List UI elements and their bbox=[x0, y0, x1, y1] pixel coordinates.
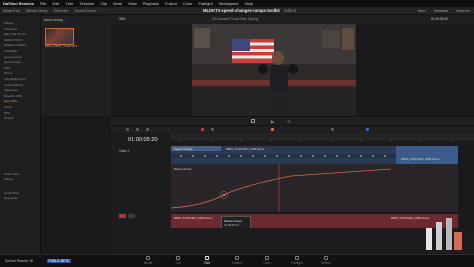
page-tab-label: Fusion bbox=[232, 261, 242, 265]
audio-clip[interactable]: MIDS_SYNCHRO_1080 Score MIDS_SYNCHRO_108… bbox=[171, 214, 458, 228]
menu-edit[interactable]: Edit bbox=[53, 1, 60, 6]
zoom-slider-icon[interactable] bbox=[366, 128, 370, 132]
page-tab-label: Color bbox=[263, 261, 271, 265]
timeline-ruler[interactable] bbox=[171, 133, 474, 141]
timeline-name[interactable]: 05 Constant Frame Rate Spiking bbox=[212, 17, 258, 21]
mixer-button[interactable]: Mixer bbox=[418, 9, 426, 13]
video-viewer[interactable] bbox=[192, 24, 356, 119]
menu-workspace[interactable]: Workspace bbox=[219, 1, 239, 6]
tooltip-value: 01:00:05:13 bbox=[224, 223, 239, 227]
inspector-button[interactable]: Inspector bbox=[456, 9, 470, 13]
effects-library-button[interactable]: Effects Library bbox=[26, 9, 48, 13]
menu-color[interactable]: Color bbox=[183, 1, 193, 6]
loop-icon[interactable]: ⟲ bbox=[287, 119, 290, 124]
menu-fairlight[interactable]: Fairlight bbox=[198, 1, 212, 6]
clip-thumbnail[interactable] bbox=[45, 28, 74, 45]
page-tab-label: Cut bbox=[175, 261, 181, 265]
menu-trim[interactable]: Trim bbox=[65, 1, 73, 6]
page-tab-label: Media bbox=[143, 261, 153, 265]
toolbar-right: Mixer Metadata Inspector bbox=[418, 9, 470, 13]
record-arm-icon[interactable] bbox=[119, 214, 126, 218]
footer-app-name: DaVinci Resolve 18 bbox=[5, 259, 33, 263]
page-tab-label: Deliver bbox=[321, 261, 331, 265]
snap-tool-icon[interactable] bbox=[211, 128, 215, 132]
bin-item[interactable]: Keywords bbox=[0, 196, 40, 202]
page-navigation: DaVinci Resolve 18 PUBLIC BETA Media Cut… bbox=[0, 254, 474, 267]
retime-curve bbox=[171, 164, 392, 212]
menu-bar: DaVinci Resolve File Edit Trim Timeline … bbox=[0, 0, 474, 7]
viewer-frame-image bbox=[192, 24, 356, 119]
menu-clip[interactable]: Clip bbox=[100, 1, 107, 6]
zoom-out-icon[interactable] bbox=[331, 128, 335, 132]
app-menu[interactable]: DaVinci Resolve bbox=[3, 1, 34, 6]
flag-image bbox=[232, 39, 274, 63]
timeline-timecode: 01:00:05:20 bbox=[128, 137, 158, 143]
play-icon[interactable]: ▶ bbox=[271, 119, 274, 124]
project-title: MLDKT3-speed-changes-ramps-toolkit Edite… bbox=[203, 8, 296, 13]
metadata-button[interactable]: Metadata bbox=[434, 9, 448, 13]
blade-tool-icon[interactable] bbox=[146, 128, 150, 132]
menu-help[interactable]: Help bbox=[245, 1, 253, 6]
page-tab-label: Fairlight bbox=[291, 261, 303, 265]
viewer-header: 33% 05 Constant Frame Rate Spiking 01:00… bbox=[111, 15, 474, 24]
beta-badge: PUBLIC BETA bbox=[47, 258, 71, 263]
bin-tab[interactable]: speed-chang... bbox=[44, 18, 65, 22]
sound-library-button[interactable]: Sound Library bbox=[75, 9, 96, 13]
viewer-timecode: 01:00:05:20 bbox=[431, 17, 448, 21]
select-tool-icon[interactable] bbox=[126, 128, 130, 132]
speed-change-bar[interactable]: Speed Change bbox=[171, 146, 221, 151]
edit-index-button[interactable]: Edit Index bbox=[54, 9, 69, 13]
page-tab-media[interactable]: Media bbox=[138, 256, 158, 265]
watermark-logo bbox=[426, 218, 462, 250]
page-tab-edit[interactable]: Edit bbox=[197, 256, 217, 265]
clip-thumbnail-label: MIDS_FIRST_SIGHTLC3 bbox=[45, 44, 77, 48]
media-page-icon bbox=[146, 256, 150, 260]
video-clip-right-name: MIDS_SYNCHRO_1080 Score bbox=[401, 157, 440, 161]
stop-icon[interactable] bbox=[251, 119, 255, 123]
bin-list-panel: Master Timelines AE-A-NE-0b-3b SIDE STOR… bbox=[0, 16, 41, 254]
page-tab-deliver[interactable]: Deliver bbox=[316, 256, 336, 265]
menu-timeline[interactable]: Timeline bbox=[79, 1, 94, 6]
menu-playback[interactable]: Playback bbox=[143, 1, 159, 6]
menu-mark[interactable]: Mark bbox=[113, 1, 122, 6]
flag-tool-icon[interactable] bbox=[201, 128, 205, 132]
speed-change-label: Speed Change bbox=[174, 146, 193, 151]
marker-tool-icon[interactable] bbox=[271, 128, 275, 132]
page-tab-cut[interactable]: Cut bbox=[168, 256, 188, 265]
video-track-label: Video 1 bbox=[119, 149, 130, 153]
page-tab-color[interactable]: Color bbox=[257, 256, 277, 265]
audio-track-icon[interactable] bbox=[128, 214, 135, 218]
project-title-text: MLDKT3-speed-changes-ramps-toolkit bbox=[203, 8, 280, 13]
retime-curve-editor[interactable]: Retime Frame bbox=[171, 164, 458, 212]
zoom-level[interactable]: 33% bbox=[119, 17, 125, 21]
menu-file[interactable]: File bbox=[40, 1, 46, 6]
trim-tool-icon[interactable] bbox=[136, 128, 140, 132]
cut-page-icon bbox=[176, 256, 180, 260]
fusion-page-icon bbox=[235, 256, 239, 260]
deliver-page-icon bbox=[324, 256, 328, 260]
fairlight-page-icon bbox=[295, 256, 299, 260]
page-tab-fairlight[interactable]: Fairlight bbox=[287, 256, 307, 265]
edit-page-icon bbox=[205, 256, 209, 260]
ruler-ticks bbox=[180, 138, 452, 141]
page-tab-label: Edit bbox=[204, 261, 210, 265]
page-tab-fusion[interactable]: Fusion bbox=[227, 256, 247, 265]
menu-view[interactable]: View bbox=[128, 1, 137, 6]
toolbar: Media Pool Effects Library Edit Index So… bbox=[0, 7, 474, 15]
color-page-icon bbox=[265, 256, 269, 260]
menu-fusion[interactable]: Fusion bbox=[165, 1, 177, 6]
media-pool-button[interactable]: Media Pool bbox=[3, 9, 20, 13]
timeline-bottom bbox=[111, 228, 474, 254]
project-status: Edited bbox=[283, 8, 296, 13]
audio-clip-left-name: MIDS_SYNCHRO_1080 Score bbox=[174, 216, 213, 220]
